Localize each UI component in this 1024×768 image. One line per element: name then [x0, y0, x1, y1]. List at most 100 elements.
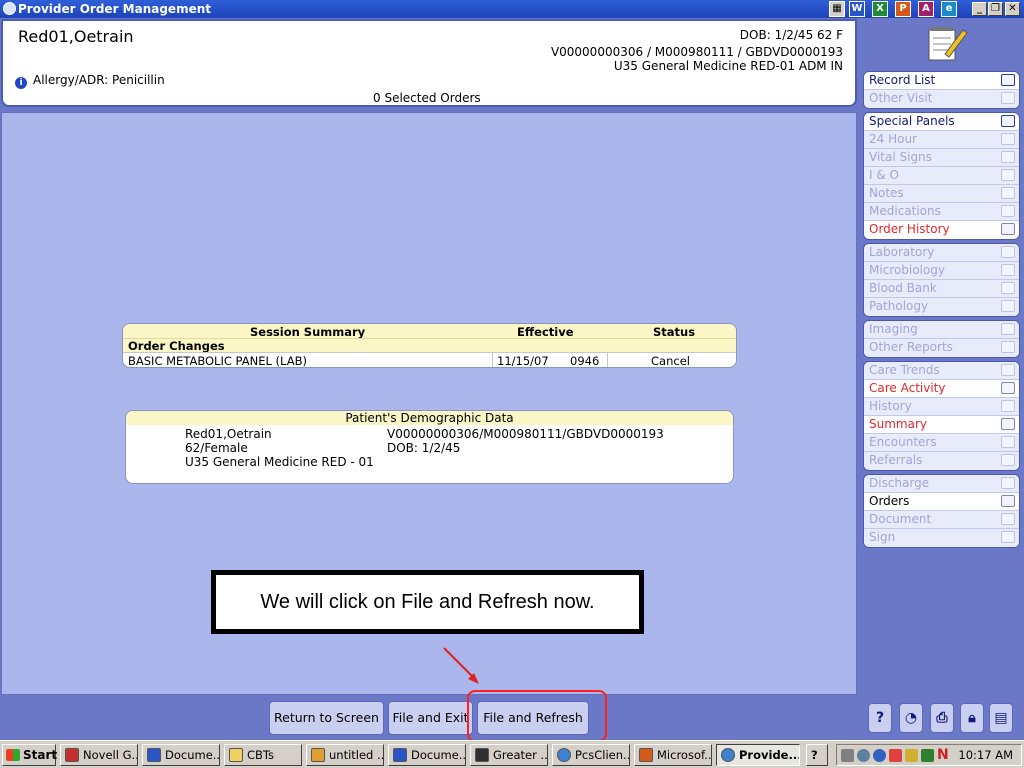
sidebar-item-label: Vital Signs: [869, 150, 932, 164]
app-icon: [3, 2, 16, 15]
encounters-icon: [1001, 436, 1015, 448]
novell-n-icon[interactable]: N: [937, 748, 950, 762]
order-history-icon: [1001, 223, 1015, 235]
highlight-box: [467, 690, 607, 742]
start-button[interactable]: Start: [2, 744, 58, 766]
print-button[interactable]: ⎙: [930, 703, 954, 733]
demo-dob: DOB: 1/2/45: [387, 441, 461, 455]
task-document-2[interactable]: Docume...: [388, 744, 466, 766]
demographics-panel: Patient's Demographic Data Red01,Oetrain…: [125, 410, 734, 484]
sidebar-item-special-panels[interactable]: Special Panels: [864, 113, 1019, 131]
task-label: Microsof...: [657, 748, 712, 762]
sidebar-item-referrals: Referrals: [864, 452, 1019, 470]
pencil-icon[interactable]: [905, 749, 918, 762]
notes-icon: ▤: [994, 710, 1008, 726]
task-document-1[interactable]: Docume...: [142, 744, 220, 766]
clock: 10:17 AM: [958, 748, 1013, 762]
pcs-icon: [721, 748, 735, 762]
sidebar-item-record-list[interactable]: Record List: [864, 72, 1019, 90]
powerpoint-icon[interactable]: P: [895, 1, 911, 17]
sidebar-item-order-history[interactable]: Order History: [864, 221, 1019, 239]
task-label: PcsClien...: [575, 748, 630, 762]
allergy-info[interactable]: i Allergy/ADR: Penicillin: [15, 73, 165, 89]
printer-icon: ⎙: [936, 710, 948, 726]
sidebar-group-panels: Special Panels 24 Hour Vital Signs I & O…: [863, 112, 1020, 240]
connection-icon[interactable]: [921, 749, 934, 762]
pathology-icon: [1001, 300, 1015, 312]
close-button[interactable]: ✕: [1005, 2, 1020, 16]
lock-button[interactable]: 🔒︎: [960, 703, 984, 733]
start-label: Start: [23, 748, 58, 762]
file-and-exit-button[interactable]: File and Exit: [388, 701, 473, 735]
restore-button[interactable]: ❐: [988, 2, 1003, 16]
sidebar-item-label: Order History: [869, 222, 950, 236]
task-cbts[interactable]: CBTs: [224, 744, 302, 766]
notes-button[interactable]: ▤: [989, 703, 1013, 733]
demo-name: Red01,Oetrain: [185, 427, 272, 441]
pie-chart-button[interactable]: ◔: [899, 703, 923, 733]
sidebar-item-blood-bank: Blood Bank: [864, 280, 1019, 298]
app-switch-icon[interactable]: ▦: [829, 1, 845, 17]
sidebar-item-imaging: Imaging: [864, 321, 1019, 339]
task-pcsclient[interactable]: PcsClien...: [552, 744, 630, 766]
word-icon[interactable]: W: [849, 1, 865, 17]
word-icon: [147, 748, 161, 762]
column-divider: [607, 353, 608, 367]
browser-icon[interactable]: e: [941, 1, 957, 17]
sidebar-item-label: Microbiology: [869, 263, 945, 277]
task-untitled[interactable]: untitled ...: [306, 744, 384, 766]
sidebar-item-discharge: Discharge: [864, 475, 1019, 493]
help-button[interactable]: ?: [868, 703, 892, 733]
sidebar-item-care-activity[interactable]: Care Activity: [864, 380, 1019, 398]
minimize-button[interactable]: _: [972, 2, 987, 16]
task-microsoft[interactable]: Microsof...: [634, 744, 712, 766]
patient-header: Red01,Oetrain DOB: 1/2/45 62 F V00000000…: [1, 19, 857, 107]
paint-icon: [311, 748, 325, 762]
taskbar: Start Novell G... Docume... CBTs untitle…: [0, 740, 1024, 768]
demo-age-sex: 62/Female: [185, 441, 248, 455]
order-time: 0946: [570, 354, 600, 368]
task-greater[interactable]: Greater ...: [470, 744, 548, 766]
sidebar-item-label: Care Trends: [869, 363, 940, 377]
excel-icon[interactable]: X: [872, 1, 888, 17]
help-tray-button[interactable]: ?: [806, 744, 828, 766]
return-to-screen-button[interactable]: Return to Screen: [269, 701, 384, 735]
other-visit-icon: [1001, 92, 1015, 104]
task-label: Provide...: [739, 748, 800, 762]
microbiology-icon: [1001, 264, 1015, 276]
document-icon: [1001, 513, 1015, 525]
sidebar-item-encounters: Encounters: [864, 434, 1019, 452]
printer-icon[interactable]: [841, 749, 854, 762]
sidebar-group-labs: Laboratory Microbiology Blood Bank Patho…: [863, 243, 1020, 317]
session-summary-panel: Session Summary Effective Status Order C…: [122, 323, 737, 368]
network-icon[interactable]: [857, 749, 870, 762]
sidebar-group-actions: Discharge Orders Document Sign: [863, 474, 1020, 548]
sidebar-item-label: History: [869, 399, 912, 413]
sidebar-item-orders[interactable]: Orders: [864, 493, 1019, 511]
powerpoint-icon: [639, 748, 653, 762]
record-list-icon: [1001, 74, 1015, 86]
table-row[interactable]: BASIC METABOLIC PANEL (LAB) 11/15/07 094…: [123, 352, 736, 367]
instruction-callout: We will click on File and Refresh now.: [211, 570, 644, 634]
novell-icon: [65, 748, 79, 762]
patient-location: U35 General Medicine RED-01 ADM IN: [613, 59, 843, 73]
referrals-icon: [1001, 454, 1015, 466]
task-provider[interactable]: Provide...: [716, 744, 800, 766]
sidebar-item-summary[interactable]: Summary: [864, 416, 1019, 434]
folder-icon: [229, 748, 243, 762]
sidebar-item-label: Imaging: [869, 322, 918, 336]
access-icon[interactable]: A: [918, 1, 934, 17]
title-bar: Provider Order Management ▦ W X P A e _ …: [0, 0, 1024, 18]
sidebar-item-medications: Medications: [864, 203, 1019, 221]
sidebar-item-label: Blood Bank: [869, 281, 937, 295]
sidebar-group-imaging: Imaging Other Reports: [863, 320, 1020, 358]
vital-signs-icon: [1001, 151, 1015, 163]
sidebar-item-label: Document: [869, 512, 932, 526]
orders-icon: [1001, 495, 1015, 507]
column-effective: Effective: [517, 325, 574, 339]
security-icon[interactable]: [889, 749, 902, 762]
globe-icon[interactable]: [873, 749, 886, 762]
sidebar-item-label: Sign: [869, 530, 896, 544]
task-novell[interactable]: Novell G...: [60, 744, 138, 766]
notepad-icon[interactable]: [925, 24, 971, 64]
